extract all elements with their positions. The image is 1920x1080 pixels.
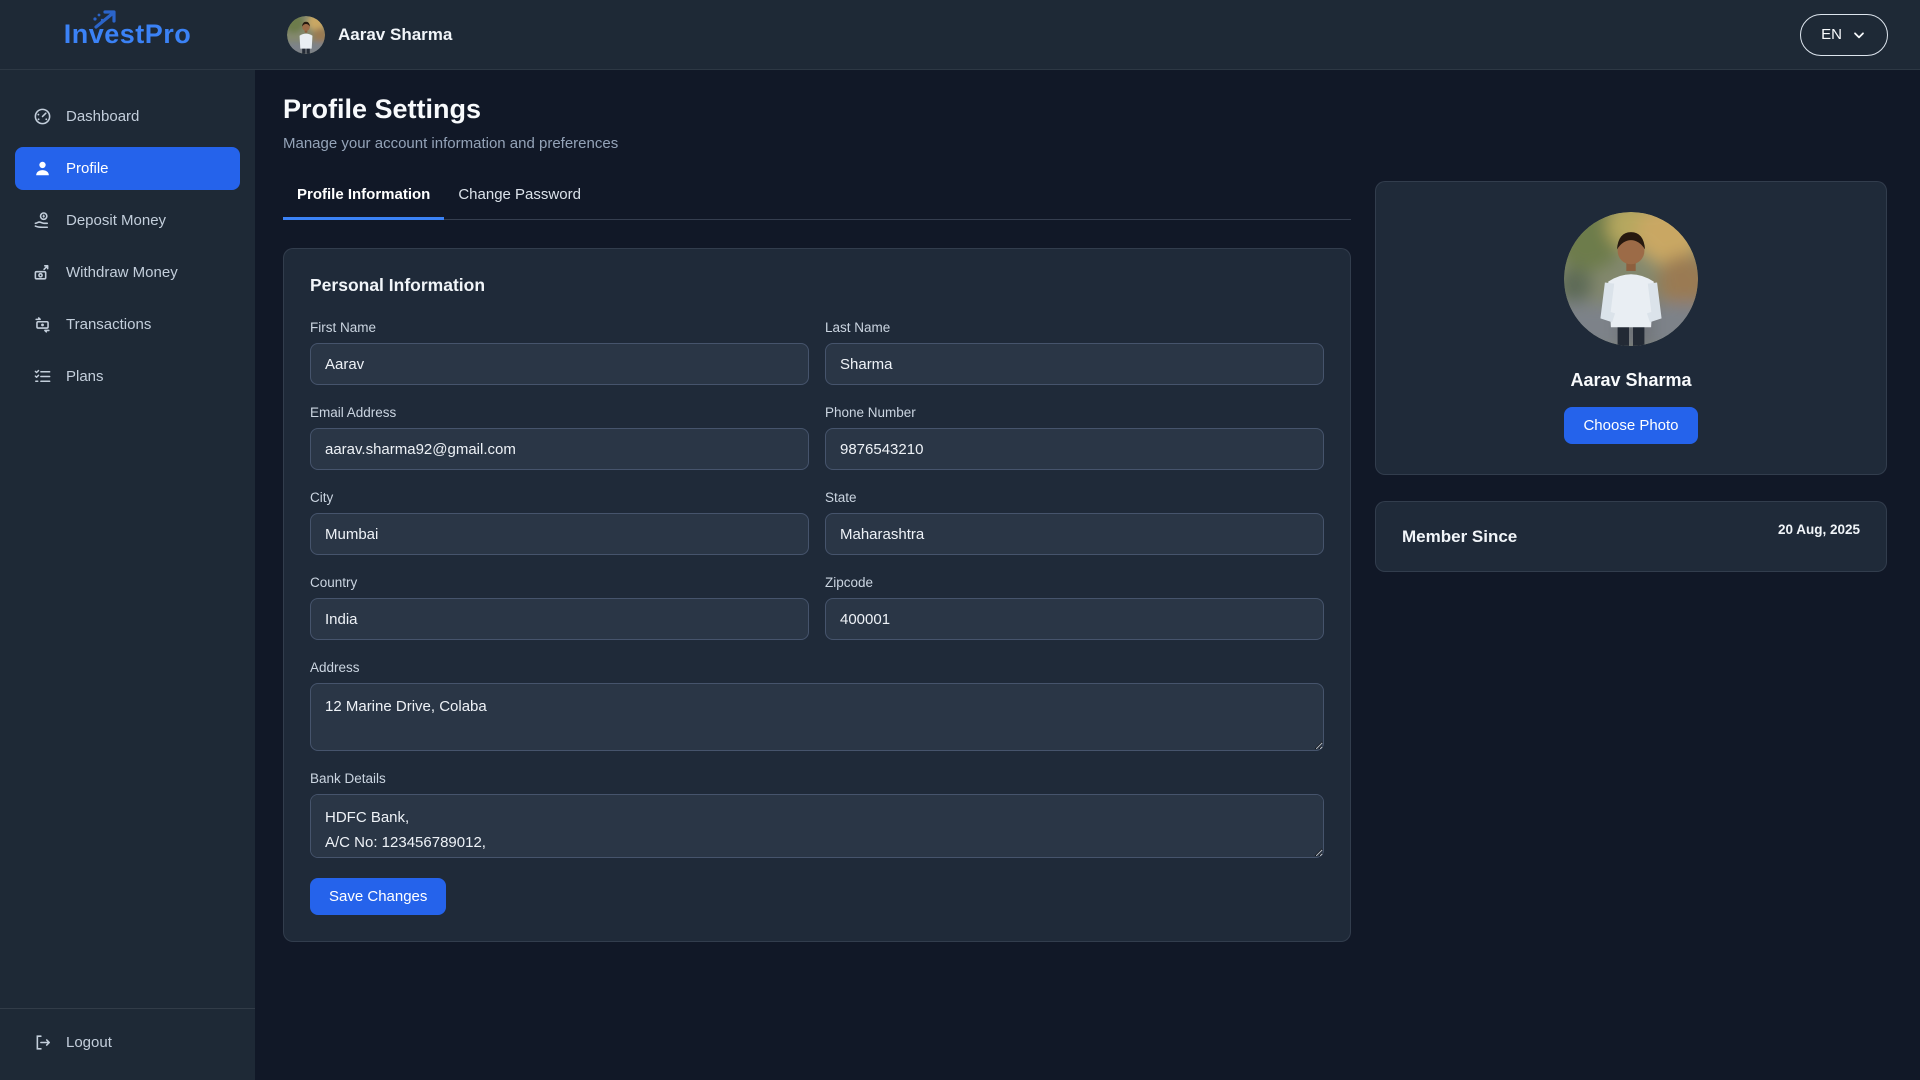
sidebar-item-label: Dashboard <box>66 108 139 125</box>
sidebar: InvestPro Dashboard Pro <box>0 0 255 1080</box>
sidebar-item-label: Transactions <box>66 316 151 333</box>
transactions-icon <box>33 315 52 334</box>
main-content: Profile Settings Manage your account inf… <box>255 70 1920 1080</box>
profile-card-name: Aarav Sharma <box>1400 370 1862 391</box>
phone-label: Phone Number <box>825 405 1324 420</box>
phone-input[interactable] <box>825 428 1324 470</box>
last-name-input[interactable] <box>825 343 1324 385</box>
field-email: Email Address <box>310 405 809 470</box>
profile-photo-card: Aarav Sharma Choose Photo <box>1375 181 1887 475</box>
topbar-user-name: Aarav Sharma <box>338 25 452 45</box>
sidebar-item-profile[interactable]: Profile <box>15 147 240 190</box>
field-city: City <box>310 490 809 555</box>
tab-change-password[interactable]: Change Password <box>444 186 595 220</box>
brand-name: InvestPro <box>64 19 192 50</box>
page-subtitle: Manage your account information and pref… <box>283 135 1351 152</box>
state-label: State <box>825 490 1324 505</box>
profile-photo <box>1564 212 1698 346</box>
field-country: Country <box>310 575 809 640</box>
sidebar-item-transactions[interactable]: Transactions <box>15 303 240 346</box>
member-since-card: Member Since 20 Aug, 2025 <box>1375 501 1887 572</box>
page-title: Profile Settings <box>283 94 1351 125</box>
user-icon <box>33 159 52 178</box>
sidebar-item-label: Plans <box>66 368 104 385</box>
topbar: Aarav Sharma EN <box>255 0 1920 70</box>
zipcode-label: Zipcode <box>825 575 1324 590</box>
brand-logo: InvestPro <box>0 0 255 70</box>
save-changes-button[interactable]: Save Changes <box>310 878 446 915</box>
member-since-label: Member Since <box>1402 527 1517 547</box>
address-textarea[interactable]: 12 Marine Drive, Colaba <box>310 683 1324 751</box>
tab-bar: Profile Information Change Password <box>283 186 1351 220</box>
field-last-name: Last Name <box>825 320 1324 385</box>
email-input[interactable] <box>310 428 809 470</box>
first-name-input[interactable] <box>310 343 809 385</box>
sidebar-item-label: Withdraw Money <box>66 264 178 281</box>
sidebar-item-label: Profile <box>66 160 109 177</box>
logout-icon <box>33 1033 52 1052</box>
topbar-user[interactable]: Aarav Sharma <box>287 16 452 54</box>
sidebar-item-withdraw[interactable]: Withdraw Money <box>15 251 240 294</box>
field-first-name: First Name <box>310 320 809 385</box>
language-selector[interactable]: EN <box>1800 14 1888 56</box>
chevron-down-icon <box>1851 27 1867 43</box>
withdraw-icon <box>33 263 52 282</box>
address-label: Address <box>310 660 1324 675</box>
email-label: Email Address <box>310 405 809 420</box>
zipcode-input[interactable] <box>825 598 1324 640</box>
plans-icon <box>33 367 52 386</box>
field-phone: Phone Number <box>825 405 1324 470</box>
city-input[interactable] <box>310 513 809 555</box>
first-name-label: First Name <box>310 320 809 335</box>
logout-button[interactable]: Logout <box>15 1021 130 1064</box>
deposit-icon <box>33 211 52 230</box>
sidebar-item-label: Deposit Money <box>66 212 166 229</box>
city-label: City <box>310 490 809 505</box>
field-state: State <box>825 490 1324 555</box>
sidebar-item-deposit[interactable]: Deposit Money <box>15 199 240 242</box>
sidebar-item-plans[interactable]: Plans <box>15 355 240 398</box>
section-title: Personal Information <box>310 275 1324 296</box>
logout-section: Logout <box>0 1008 255 1080</box>
tab-profile-information[interactable]: Profile Information <box>283 186 444 220</box>
bank-details-label: Bank Details <box>310 771 1324 786</box>
field-zipcode: Zipcode <box>825 575 1324 640</box>
language-label: EN <box>1821 26 1842 43</box>
state-input[interactable] <box>825 513 1324 555</box>
last-name-label: Last Name <box>825 320 1324 335</box>
logout-label: Logout <box>66 1034 112 1051</box>
sidebar-item-dashboard[interactable]: Dashboard <box>15 95 240 138</box>
country-label: Country <box>310 575 809 590</box>
personal-information-card: Personal Information First Name Last Nam… <box>283 248 1351 942</box>
field-bank-details: Bank Details HDFC Bank, A/C No: 12345678… <box>310 771 1324 858</box>
user-avatar <box>287 16 325 54</box>
sidebar-menu: Dashboard Profile Deposit Money <box>0 70 255 398</box>
country-input[interactable] <box>310 598 809 640</box>
dashboard-icon <box>33 107 52 126</box>
logo-arrow-icon <box>92 9 122 31</box>
choose-photo-button[interactable]: Choose Photo <box>1564 407 1697 444</box>
member-since-value: 20 Aug, 2025 <box>1778 522 1860 537</box>
bank-details-textarea[interactable]: HDFC Bank, A/C No: 123456789012, IFSC: H… <box>310 794 1324 858</box>
field-address: Address 12 Marine Drive, Colaba <box>310 660 1324 751</box>
